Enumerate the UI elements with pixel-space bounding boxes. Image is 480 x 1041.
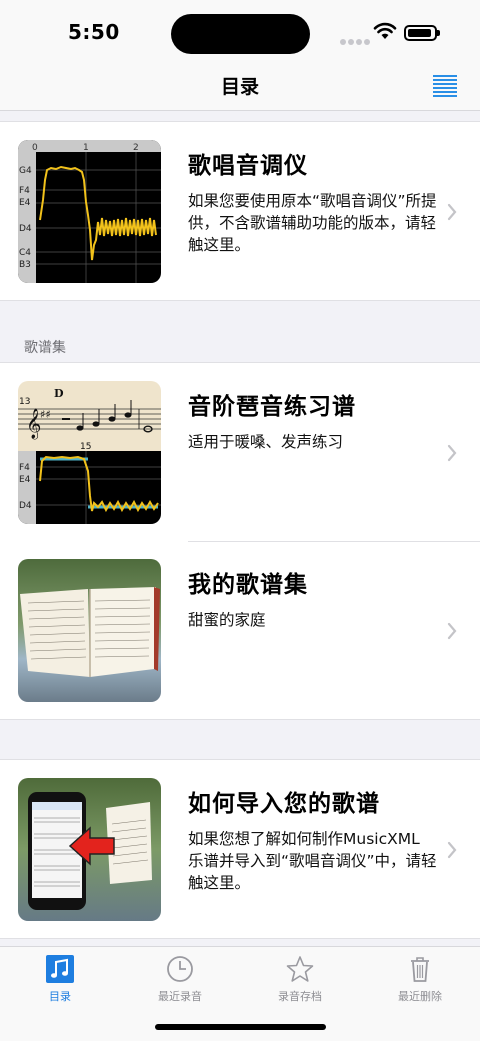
key-signature-icon: ♯♯ xyxy=(40,408,51,421)
row-title: 音阶琶音练习谱 xyxy=(188,394,356,420)
row-description: 如果您要使用原本“歌唱音调仪”所提供，不含歌谱辅助功能的版本，请轻触这里。 xyxy=(188,192,437,254)
tab-recent-recordings[interactable]: 最近录音 xyxy=(120,947,240,1007)
import-illustration xyxy=(18,778,161,921)
note-label-d4: D4 xyxy=(19,501,32,511)
scale-exercise-thumbnail: 13 D 𝄞 ♯♯ 15 F4 E4 D4 xyxy=(18,381,161,524)
import-guide-row[interactable]: 如何导入您的歌谱 如果您想了解如何制作MusicXML 乐谱并导入到“歌唱音调仪… xyxy=(0,760,480,938)
chord-symbol: D xyxy=(54,387,64,400)
navigation-bar: 目录 xyxy=(0,64,480,111)
note-label-e4: E4 xyxy=(19,198,31,208)
battery-icon xyxy=(404,25,440,41)
cellular-signal-icon xyxy=(340,30,374,45)
my-songbook-row[interactable]: 我的歌谱集 甜蜜的家庭 xyxy=(0,541,480,719)
note-label-c4: C4 xyxy=(19,248,31,258)
home-indicator xyxy=(155,1024,326,1030)
axis-tick-2: 2 xyxy=(133,143,139,153)
note-label-g4: G4 xyxy=(19,166,32,176)
row-title: 歌唱音调仪 xyxy=(188,153,308,179)
chevron-right-icon xyxy=(447,444,457,462)
tab-recently-deleted[interactable]: 最近删除 xyxy=(360,947,480,1007)
axis-tick-0: 0 xyxy=(32,143,38,153)
pitch-graph: 0 1 2 G4 F4 E4 D4 C4 B3 xyxy=(18,140,161,283)
tab-label: 最近录音 xyxy=(158,990,202,1003)
pitch-monitor-row[interactable]: 0 1 2 G4 F4 E4 D4 C4 B3 歌唱音调仪 如果您要使用原本“歌… xyxy=(0,122,480,300)
import-guide-section: 如何导入您的歌谱 如果您想了解如何制作MusicXML 乐谱并导入到“歌唱音调仪… xyxy=(0,759,480,939)
pitch-graph-thumbnail: 0 1 2 G4 F4 E4 D4 C4 B3 xyxy=(18,140,161,283)
trash-icon xyxy=(411,957,429,982)
page-title: 目录 xyxy=(220,76,259,98)
tab-catalog[interactable]: 目录 xyxy=(0,947,120,1007)
row-description: 如果您想了解如何制作MusicXML 乐谱并导入到“歌唱音调仪”中，请轻触这里。 xyxy=(188,830,437,892)
import-guide-thumbnail xyxy=(18,778,161,921)
note-label-b3: B3 xyxy=(19,260,31,270)
row-title: 如何导入您的歌谱 xyxy=(188,791,380,817)
note-label-d4: D4 xyxy=(19,224,32,234)
tab-recording-archive[interactable]: 录音存档 xyxy=(240,947,360,1007)
star-icon xyxy=(286,956,314,982)
music-note-icon xyxy=(46,955,74,983)
axis-tick-1: 1 xyxy=(83,143,89,153)
section-header: 歌谱集 xyxy=(24,340,66,356)
list-menu-icon[interactable] xyxy=(433,75,457,97)
score-and-pitch-graph: 13 D 𝄞 ♯♯ 15 F4 E4 D4 xyxy=(18,381,161,524)
measure-number: 13 xyxy=(19,397,30,407)
tab-label: 录音存档 xyxy=(278,990,322,1003)
clock-icon xyxy=(167,956,193,982)
tab-label: 目录 xyxy=(49,990,71,1003)
open-book-image xyxy=(18,559,161,702)
chevron-right-icon xyxy=(447,841,457,859)
chevron-right-icon xyxy=(447,203,457,221)
chevron-right-icon xyxy=(447,622,457,640)
songbook-section: 13 D 𝄞 ♯♯ 15 F4 E4 D4 音阶琶音练习谱 适用于暖嗓、发声练习… xyxy=(0,362,480,720)
row-description: 适用于暖嗓、发声练习 xyxy=(188,433,344,451)
row-title: 我的歌谱集 xyxy=(188,572,308,598)
songbook-thumbnail xyxy=(18,559,161,702)
note-label-f4: F4 xyxy=(19,463,30,473)
tab-label: 最近删除 xyxy=(398,990,442,1003)
dynamic-island xyxy=(171,14,310,54)
row-description: 甜蜜的家庭 xyxy=(188,611,266,629)
pitch-monitor-section: 0 1 2 G4 F4 E4 D4 C4 B3 歌唱音调仪 如果您要使用原本“歌… xyxy=(0,121,480,301)
wifi-icon xyxy=(373,22,397,39)
status-time: 5:50 xyxy=(68,20,120,44)
note-label-f4: F4 xyxy=(19,186,30,196)
status-bar: 5:50 xyxy=(0,0,480,64)
note-label-e4: E4 xyxy=(19,475,31,485)
measure-number-15: 15 xyxy=(80,442,91,452)
scale-exercise-row[interactable]: 13 D 𝄞 ♯♯ 15 F4 E4 D4 音阶琶音练习谱 适用于暖嗓、发声练习 xyxy=(0,363,480,541)
